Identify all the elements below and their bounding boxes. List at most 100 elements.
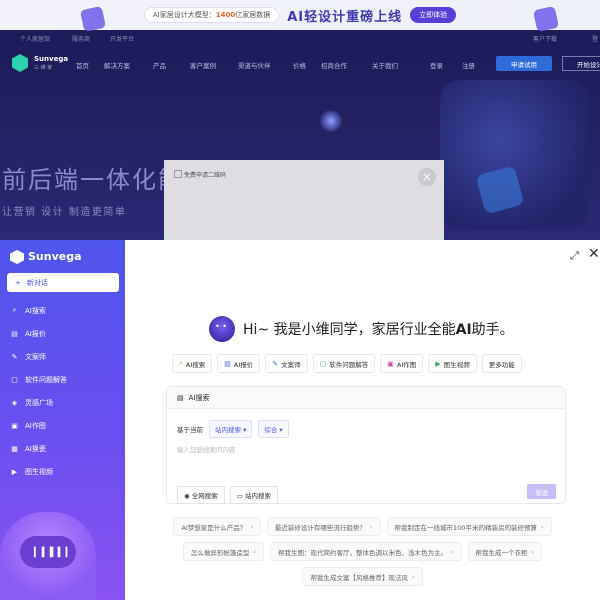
search-box-header: ▤ AI搜索 [167, 387, 565, 409]
sidebar-item[interactable]: ◈ 灵感广场 [0, 391, 125, 414]
sidebar-item-label: 文案师 [25, 352, 46, 361]
assistant-sidebar: Sunvega + 新对话 ⌕ AI搜索 ▤ AI报价 ✎ 文案师 ▢ 软件问题解答 ◈ 灵感广场… [0, 240, 125, 600]
feature-chip[interactable]: ⌕ AI搜索 [172, 354, 213, 373]
sidebar-item-label: AI换瓷 [25, 444, 46, 453]
top-link[interactable]: 个人家居馆 [20, 34, 50, 43]
pen-icon: ✎ [11, 352, 18, 361]
nav-item[interactable]: 关于我们 [372, 60, 398, 70]
search-options: 基于当前 站内搜索 ▾ 综合 ▾ [177, 420, 289, 438]
suggestion-row: 帮我生成文案【风格推荐】现法风 › [125, 567, 600, 586]
modal-close-icon[interactable]: × [418, 168, 436, 186]
banner-decoration [79, 5, 107, 33]
nav-item[interactable]: 价格 [293, 60, 306, 70]
expand-icon[interactable]: ⤢ [570, 249, 579, 263]
chip-label: AI搜索 [185, 360, 206, 369]
suggestion-chip[interactable]: AI梦想家是什么产品？ › [173, 517, 261, 536]
hero-orb [320, 110, 342, 132]
suggestion-row: AI梦想家是什么产品？ › 最近装修设计有哪些流行趋势？ › 帮我制定在一线城市100平… [125, 517, 600, 536]
chevron-right-icon: › [369, 522, 373, 531]
chip-icon: ▤ [224, 359, 231, 368]
top-link[interactable]: 开发平台 [110, 34, 134, 43]
suggestion-chip[interactable]: 帮我生图：现代简约客厅，整体色调以米色、浅木色为主。 › [269, 542, 462, 561]
chevron-right-icon: › [531, 547, 535, 556]
chip-icon: ▢ [319, 359, 327, 368]
top-link[interactable]: 服务商 [72, 34, 90, 43]
suggestion-chip[interactable]: 最近装修设计有哪些流行趋势？ › [266, 517, 381, 536]
assistant-avatar [209, 316, 235, 342]
mascot-image: ▎▍▌▍▎ [0, 512, 96, 600]
suggestion-row: 怎么做异形帐篷造型 › 帮我生图：现代简约客厅，整体色调以米色、浅木色为主。 › 帮我生… [125, 542, 600, 561]
suggestion-chip[interactable]: 帮我生成文案【风格推荐】现法风 › [302, 567, 423, 586]
login-link[interactable]: 登录 [430, 60, 443, 70]
send-button[interactable]: 发送 [527, 484, 556, 499]
chevron-right-icon: › [253, 547, 256, 556]
greeting: Hi~ 我是小维同学，家居行业全能AI助手。 [209, 316, 514, 342]
top-link[interactable]: 登 [592, 34, 598, 43]
nav-brand-sub: 三 维 家 [34, 65, 53, 71]
register-link[interactable]: 注册 [462, 60, 475, 70]
greeting-text: Hi~ 我是小维同学，家居行业全能AI助手。 [243, 322, 514, 338]
sidebar-item[interactable]: ⌕ AI搜索 [0, 299, 125, 322]
search-header-icon: ▤ [177, 393, 184, 402]
chip-icon: ▶ [435, 359, 441, 368]
sidebar-item[interactable]: ▦ AI换瓷 [0, 437, 125, 460]
chip-label: 软件问题解答 [329, 360, 369, 369]
nav-brand: Sunvega [34, 55, 69, 63]
start-design-button[interactable]: 开始设计 [562, 56, 600, 71]
background-website: AI家居设计大模型：1400亿家居数据 AI轻设计重磅上线 立即体验 个人家居馆… [0, 0, 600, 240]
mode-select[interactable]: 综合 ▾ [258, 420, 289, 438]
sidebar-item[interactable]: ▣ AI作图 [0, 414, 125, 437]
site-search-button[interactable]: ▭ 站内搜索 [229, 486, 278, 504]
nav-item[interactable]: 产品 [153, 60, 166, 70]
nav-item[interactable]: 解决方案 [104, 60, 130, 70]
web-search-button[interactable]: ◉ 全网搜索 [177, 486, 225, 504]
suggestion-chip[interactable]: 怎么做异形帐篷造型 › [182, 542, 264, 561]
chip-icon: ✎ [272, 359, 279, 368]
suggestion-chip[interactable]: 帮我制定在一线城市100平米的精装房的装修预算 › [386, 517, 552, 536]
top-link[interactable]: 客户下载 [533, 34, 557, 43]
nav-item[interactable]: 客户案例 [190, 60, 216, 70]
site-icon: ▭ [236, 492, 243, 500]
suggestion-text: 帮我制定在一线城市100平米的精装房的装修预算 [394, 523, 537, 532]
feature-chips: ⌕ AI搜索 ▤ AI报价 ✎ 文案师 ▢ 软件问题解答 ▣ AI作图 ▶ 图生视频 更多功能 [172, 354, 522, 373]
banner-decoration [532, 5, 560, 33]
close-icon[interactable]: ✕ [588, 246, 600, 262]
feature-chip[interactable]: ▶ 图生视频 [428, 354, 477, 373]
search-icon: ⌕ [12, 306, 17, 314]
new-chat-button[interactable]: + 新对话 [7, 273, 119, 292]
chip-icon: ▣ [387, 359, 394, 368]
chip-label: 更多功能 [488, 360, 515, 369]
sidebar-item-label: 图生视频 [25, 467, 53, 476]
sidebar-item-label: 软件问题解答 [25, 375, 67, 384]
sunvega-logo-icon [10, 250, 24, 264]
suggestion-text: AI梦想家是什么产品？ [181, 523, 247, 532]
feature-chip[interactable]: ▢ 软件问题解答 [312, 354, 376, 373]
nav-item[interactable]: 渠道与伙伴 [238, 60, 271, 70]
suggestion-text: 怎么做异形帐篷造型 [190, 548, 250, 557]
suggestion-chip[interactable]: 帮我生成一个衣柜 › [467, 542, 543, 561]
feature-chip[interactable]: ✎ 文案师 [265, 354, 308, 373]
suggestion-text: 帮我生图：现代简约客厅，整体色调以米色、浅木色为主。 [277, 548, 447, 557]
feature-chip[interactable]: ▣ AI作图 [380, 354, 424, 373]
feature-chip[interactable]: ▤ AI报价 [217, 354, 261, 373]
based-on-label: 基于当前 [177, 426, 203, 434]
banner-cta-button[interactable]: 立即体验 [410, 7, 457, 23]
sidebar-item[interactable]: ▢ 软件问题解答 [0, 368, 125, 391]
chip-label: AI报价 [233, 360, 254, 369]
sidebar-item[interactable]: ▶ 图生视频 [0, 460, 125, 483]
sidebar-brand: Sunvega [28, 250, 82, 263]
feature-chip[interactable]: 更多功能 [481, 354, 522, 373]
inspiration-icon: ◈ [11, 398, 18, 407]
logo-icon [12, 54, 28, 72]
scope-select[interactable]: 站内搜索 ▾ [209, 420, 253, 438]
trial-button[interactable]: 申请试用 [496, 56, 552, 71]
quote-icon: ▤ [11, 329, 18, 338]
globe-icon: ◉ [184, 492, 190, 500]
nav-item[interactable]: 招商合作 [321, 60, 347, 70]
search-input[interactable]: 输入您想搜索的内容 [177, 444, 236, 454]
sidebar-item[interactable]: ✎ 文案师 [0, 345, 125, 368]
chevron-right-icon: › [250, 522, 253, 531]
nav-item[interactable]: 首页 [76, 60, 89, 70]
sidebar-item[interactable]: ▤ AI报价 [0, 322, 125, 345]
search-box: ▤ AI搜索 基于当前 站内搜索 ▾ 综合 ▾ 输入您想搜索的内容 ◉ 全网搜索… [166, 386, 566, 504]
